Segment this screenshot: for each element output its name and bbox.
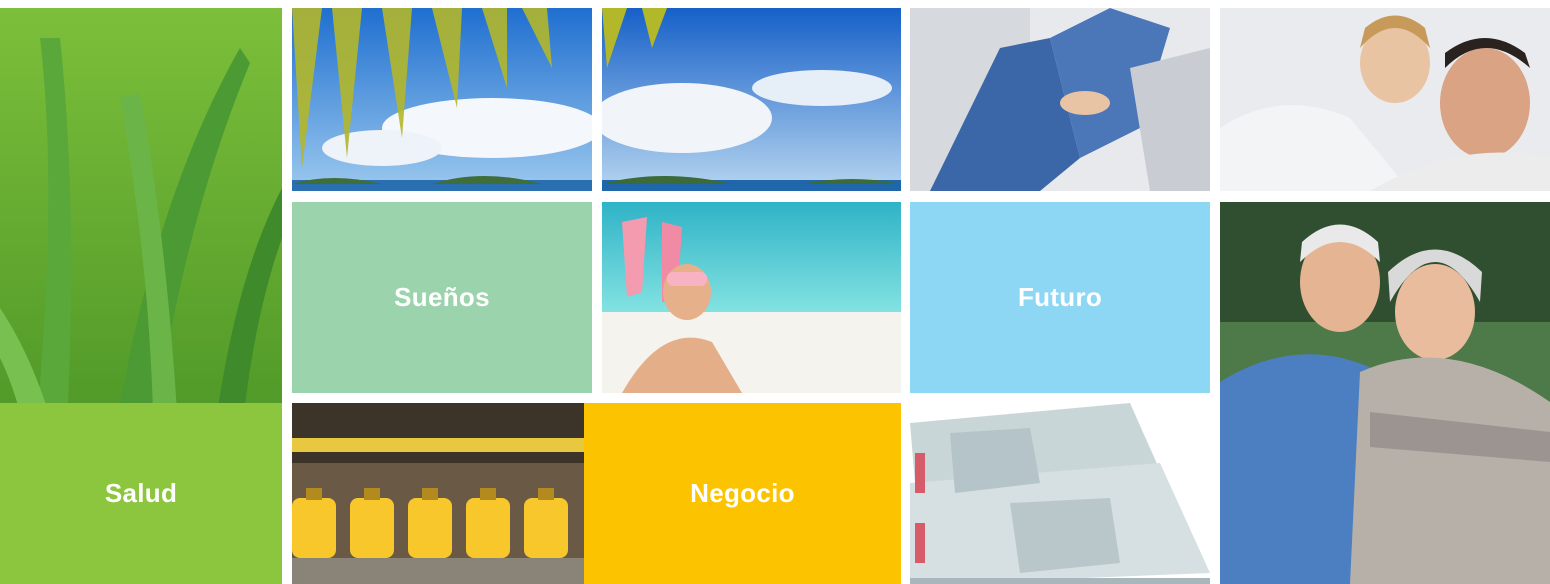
futuro-tile[interactable]: Futuro — [910, 202, 1210, 393]
relaxing-person-photo — [910, 8, 1210, 191]
negocio-label: Negocio — [690, 478, 795, 508]
snorkel-woman-photo — [602, 202, 901, 393]
salud-label: Salud — [104, 478, 178, 508]
elderly-couple-photo — [1220, 202, 1550, 584]
bottling-factory-photo — [292, 403, 584, 584]
father-child-photo — [1220, 8, 1550, 191]
salud-tile[interactable]: Salud — [0, 403, 282, 584]
suenos-tile[interactable]: Sueños — [292, 202, 592, 393]
banknotes-photo — [910, 403, 1210, 584]
futuro-label: Futuro — [1017, 282, 1103, 312]
palm-beach-photo — [292, 8, 592, 191]
suenos-label: Sueños — [394, 282, 490, 312]
negocio-tile[interactable]: Negocio — [584, 403, 901, 584]
ocean-sky-photo — [602, 8, 901, 191]
